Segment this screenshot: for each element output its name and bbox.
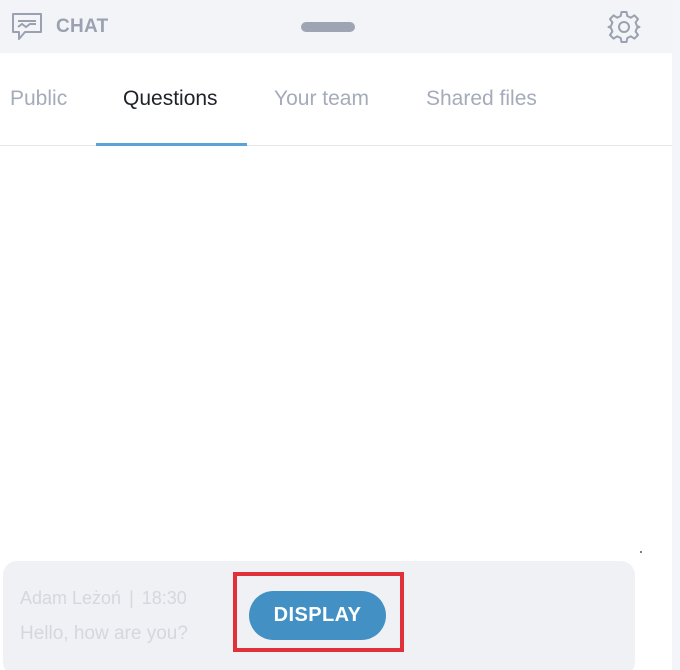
message-time: 18:30 xyxy=(141,588,187,608)
message-separator: | xyxy=(129,588,134,608)
tab-your-team[interactable]: Your team xyxy=(274,87,369,111)
tab-questions[interactable]: Questions xyxy=(123,87,218,111)
gear-icon[interactable] xyxy=(607,10,641,44)
chat-bubble-icon[interactable] xyxy=(11,12,43,42)
message-text: Hello, how are you? xyxy=(20,623,188,644)
tab-public[interactable]: Public xyxy=(10,87,67,111)
chat-header: CHAT xyxy=(0,0,672,53)
stray-dot xyxy=(640,551,642,553)
message-author: Adam Leżoń xyxy=(20,588,122,608)
chat-title: CHAT xyxy=(56,16,109,37)
tab-shared-files[interactable]: Shared files xyxy=(426,87,537,111)
drag-handle[interactable] xyxy=(301,22,355,32)
highlight-box xyxy=(233,572,404,652)
message-meta: Adam Leżoń | 18:30 xyxy=(20,588,187,609)
active-tab-indicator xyxy=(96,143,247,146)
chat-panel: CHAT Public Questions Your team Shared f… xyxy=(0,0,673,670)
tab-bar: Public Questions Your team Shared files xyxy=(0,53,672,146)
right-edge-strip xyxy=(672,0,680,670)
